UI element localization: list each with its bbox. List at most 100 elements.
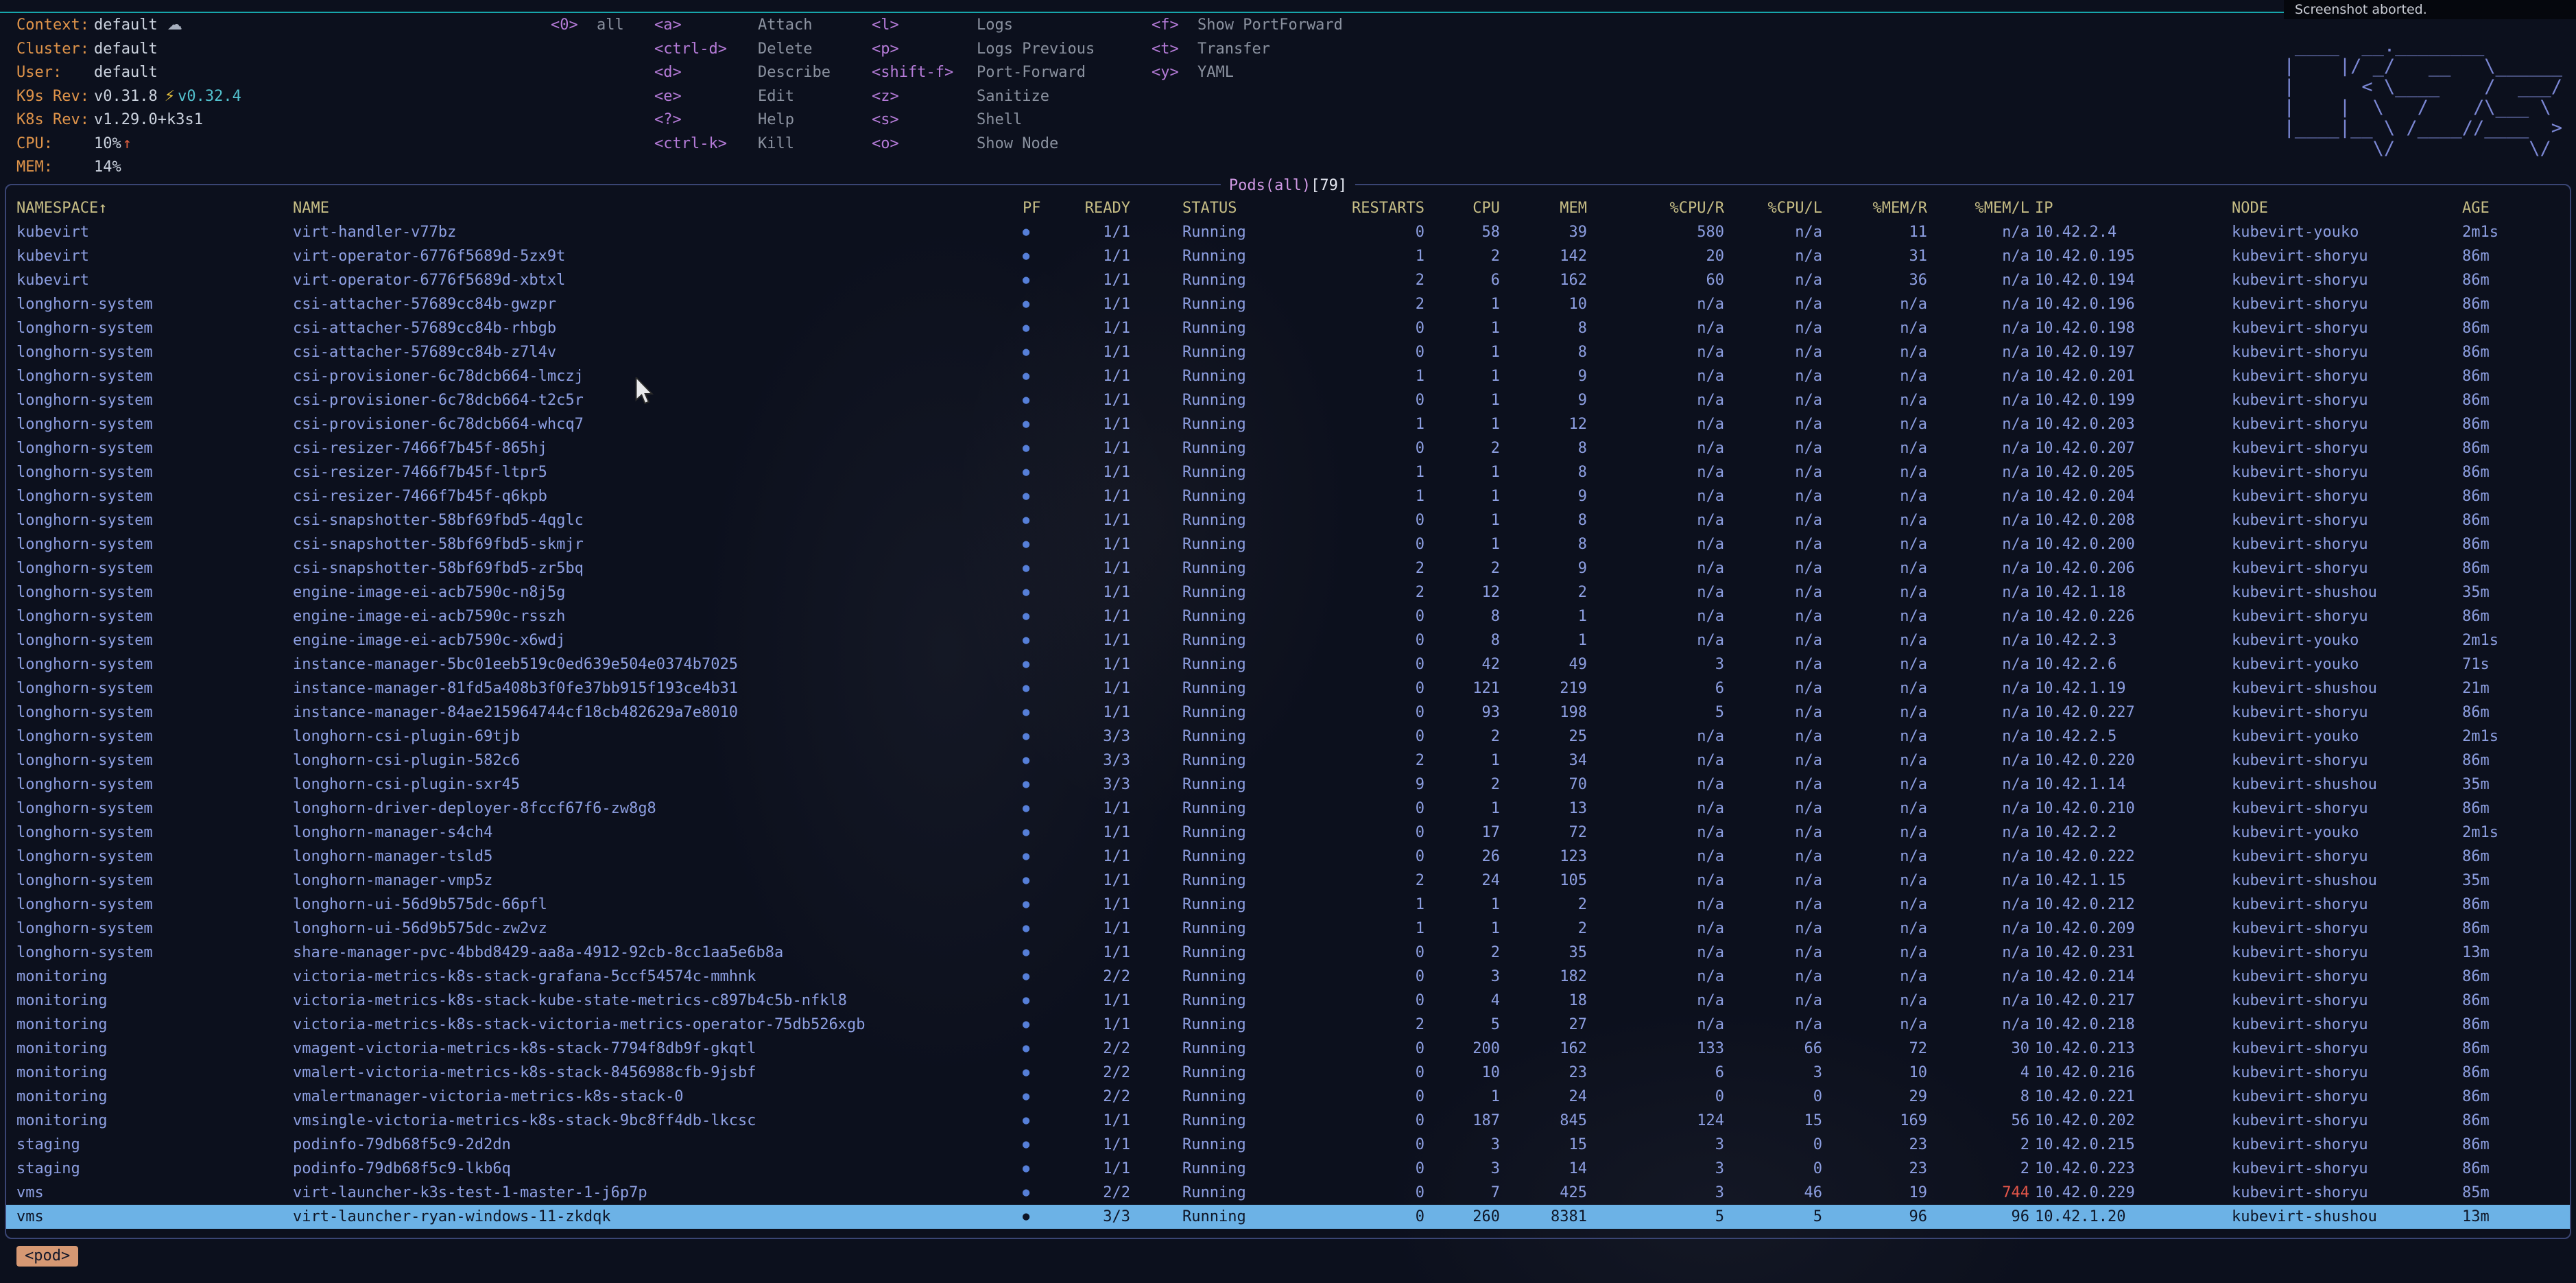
table-row[interactable]: longhorn-systemlonghorn-ui-56d9b575dc-66…: [6, 893, 2570, 917]
table-row[interactable]: kubevirtvirt-handler-v77bz●1/1Running058…: [6, 220, 2570, 244]
column-header-mem[interactable]: MEM: [1500, 196, 1587, 220]
table-row[interactable]: longhorn-systemlonghorn-manager-vmp5z●1/…: [6, 869, 2570, 893]
menu-item-logs[interactable]: <l>Logs: [872, 14, 1095, 38]
column-header-restarts[interactable]: RESTARTS: [1324, 196, 1424, 220]
column-header-ip[interactable]: IP: [2029, 196, 2232, 220]
column-header-node[interactable]: NODE: [2232, 196, 2462, 220]
table-row[interactable]: longhorn-systemlonghorn-ui-56d9b575dc-zw…: [6, 917, 2570, 941]
table-row[interactable]: monitoringvictoria-metrics-k8s-stack-gra…: [6, 965, 2570, 989]
table-row[interactable]: monitoringvmsingle-victoria-metrics-k8s-…: [6, 1109, 2570, 1133]
menu-item-kill[interactable]: <ctrl-k>Kill: [654, 132, 831, 156]
table-row[interactable]: longhorn-systemcsi-provisioner-6c78dcb66…: [6, 364, 2570, 388]
menu-item-yaml[interactable]: <y>YAML: [1152, 61, 1343, 85]
table-row[interactable]: stagingpodinfo-79db68f5c9-lkb6q●1/1Runni…: [6, 1157, 2570, 1181]
table-row[interactable]: longhorn-systemengine-image-ei-acb7590c-…: [6, 604, 2570, 628]
menu-item-edit[interactable]: <e>Edit: [654, 85, 831, 109]
table-row[interactable]: longhorn-systemengine-image-ei-acb7590c-…: [6, 628, 2570, 652]
menu-item-transfer[interactable]: <t>Transfer: [1152, 38, 1343, 62]
menu-item-show-portforward[interactable]: <f>Show PortForward: [1152, 14, 1343, 38]
cell-mem-r: n/a: [1822, 989, 1927, 1013]
table-row[interactable]: monitoringvmagent-victoria-metrics-k8s-s…: [6, 1037, 2570, 1061]
cell-restarts: 0: [1324, 1109, 1424, 1133]
table-row[interactable]: longhorn-systemcsi-snapshotter-58bf69fbd…: [6, 532, 2570, 556]
table-row[interactable]: kubevirtvirt-operator-6776f5689d-xbtxl●1…: [6, 268, 2570, 292]
column-header-mem-r[interactable]: %MEM/R: [1822, 196, 1927, 220]
cell-namespace: kubevirt: [16, 244, 293, 268]
table-row[interactable]: longhorn-systemlonghorn-csi-plugin-sxr45…: [6, 773, 2570, 797]
table-row[interactable]: longhorn-systemlonghorn-manager-tsld5●1/…: [6, 845, 2570, 869]
column-header-cpu[interactable]: CPU: [1424, 196, 1500, 220]
cell-restarts: 0: [1324, 965, 1424, 989]
column-header-cpu-r[interactable]: %CPU/R: [1587, 196, 1724, 220]
table-row[interactable]: longhorn-systeminstance-manager-5bc01eeb…: [6, 652, 2570, 676]
cell-ready: 1/1: [1061, 556, 1130, 580]
table-row[interactable]: longhorn-systemlonghorn-csi-plugin-582c6…: [6, 749, 2570, 773]
menu-item-attach[interactable]: <a>Attach: [654, 14, 831, 38]
table-row[interactable]: longhorn-systemcsi-provisioner-6c78dcb66…: [6, 412, 2570, 436]
column-header-age[interactable]: AGE: [2462, 196, 2560, 220]
column-header-pf[interactable]: PF: [1020, 196, 1061, 220]
cell-namespace: monitoring: [16, 989, 293, 1013]
cell-mem-r: 29: [1822, 1085, 1927, 1109]
menu-item-all[interactable]: <0>all: [551, 14, 624, 38]
table-row[interactable]: longhorn-systeminstance-manager-84ae2159…: [6, 701, 2570, 725]
menu-item-delete[interactable]: <ctrl-d>Delete: [654, 38, 831, 62]
cell-cpu-l: n/a: [1724, 845, 1822, 869]
column-header-status[interactable]: STATUS: [1130, 196, 1324, 220]
table-row[interactable]: longhorn-systemcsi-attacher-57689cc84b-g…: [6, 292, 2570, 316]
table-header-row: NAMESPACE↑NAMEPFREADYSTATUSRESTARTSCPUME…: [6, 196, 2570, 220]
table-row[interactable]: longhorn-systeminstance-manager-81fd5a40…: [6, 676, 2570, 701]
column-header-ready[interactable]: READY: [1061, 196, 1130, 220]
table-row[interactable]: monitoringvmalertmanager-victoria-metric…: [6, 1085, 2570, 1109]
breadcrumb-pod[interactable]: <pod>: [16, 1246, 78, 1267]
table-row[interactable]: longhorn-systemcsi-attacher-57689cc84b-z…: [6, 340, 2570, 364]
menu-item-label: Describe: [758, 64, 831, 81]
table-row[interactable]: longhorn-systemengine-image-ei-acb7590c-…: [6, 580, 2570, 604]
cell-mem-r: n/a: [1822, 821, 1927, 845]
table-row[interactable]: longhorn-systemlonghorn-csi-plugin-69tjb…: [6, 725, 2570, 749]
menu-item-sanitize[interactable]: <z>Sanitize: [872, 85, 1095, 109]
info-label: CPU:: [16, 132, 94, 156]
menu-item-shell[interactable]: <s>Shell: [872, 108, 1095, 132]
cell-age: 2m1s: [2462, 628, 2560, 652]
menu-item-port-forward[interactable]: <shift-f>Port-Forward: [872, 61, 1095, 85]
table-row[interactable]: longhorn-systemcsi-provisioner-6c78dcb66…: [6, 388, 2570, 412]
column-header-namespace[interactable]: NAMESPACE↑: [16, 196, 293, 220]
column-header-name[interactable]: NAME: [293, 196, 1020, 220]
table-row[interactable]: longhorn-systemcsi-resizer-7466f7b45f-q6…: [6, 484, 2570, 508]
cell-mem-r: n/a: [1822, 460, 1927, 484]
cell-node: kubevirt-shoryu: [2232, 388, 2462, 412]
table-row[interactable]: longhorn-systemlonghorn-driver-deployer-…: [6, 797, 2570, 821]
cell-age: 86m: [2462, 1157, 2560, 1181]
cell-restarts: 2: [1324, 580, 1424, 604]
table-row[interactable]: monitoringvmalert-victoria-metrics-k8s-s…: [6, 1061, 2570, 1085]
cell-ip: 10.42.0.218: [2029, 1013, 2232, 1037]
table-row[interactable]: kubevirtvirt-operator-6776f5689d-5zx9t●1…: [6, 244, 2570, 268]
cell-mem-l: 2: [1927, 1157, 2029, 1181]
table-row[interactable]: monitoringvictoria-metrics-k8s-stack-vic…: [6, 1013, 2570, 1037]
table-row[interactable]: vmsvirt-launcher-ryan-windows-11-zkdqk●3…: [6, 1205, 2570, 1229]
table-row[interactable]: stagingpodinfo-79db68f5c9-2d2dn●1/1Runni…: [6, 1133, 2570, 1157]
table-row[interactable]: longhorn-systemcsi-attacher-57689cc84b-r…: [6, 316, 2570, 340]
menu-item-show-node[interactable]: <o>Show Node: [872, 132, 1095, 156]
menu-item-describe[interactable]: <d>Describe: [654, 61, 831, 85]
menu-item-logs-previous[interactable]: <p>Logs Previous: [872, 38, 1095, 62]
info-label: K9s Rev:: [16, 85, 94, 109]
table-row[interactable]: longhorn-systemcsi-resizer-7466f7b45f-lt…: [6, 460, 2570, 484]
cell-age: 35m: [2462, 773, 2560, 797]
table-row[interactable]: longhorn-systemshare-manager-pvc-4bbd842…: [6, 941, 2570, 965]
table-row[interactable]: monitoringvictoria-metrics-k8s-stack-kub…: [6, 989, 2570, 1013]
table-row[interactable]: longhorn-systemcsi-resizer-7466f7b45f-86…: [6, 436, 2570, 460]
table-row[interactable]: longhorn-systemcsi-snapshotter-58bf69fbd…: [6, 508, 2570, 532]
cell-cpu: 3: [1424, 1157, 1500, 1181]
cell-ready: 1/1: [1061, 412, 1130, 436]
table-row[interactable]: longhorn-systemlonghorn-manager-s4ch4●1/…: [6, 821, 2570, 845]
pf-indicator-dot: ●: [1020, 1181, 1061, 1205]
cell-mem: 8: [1500, 316, 1587, 340]
column-header-mem-l[interactable]: %MEM/L: [1927, 196, 2029, 220]
column-header-cpu-l[interactable]: %CPU/L: [1724, 196, 1822, 220]
table-row[interactable]: longhorn-systemcsi-snapshotter-58bf69fbd…: [6, 556, 2570, 580]
cell-status: Running: [1130, 556, 1324, 580]
table-row[interactable]: vmsvirt-launcher-k3s-test-1-master-1-j6p…: [6, 1181, 2570, 1205]
menu-item-help[interactable]: <?>Help: [654, 108, 831, 132]
